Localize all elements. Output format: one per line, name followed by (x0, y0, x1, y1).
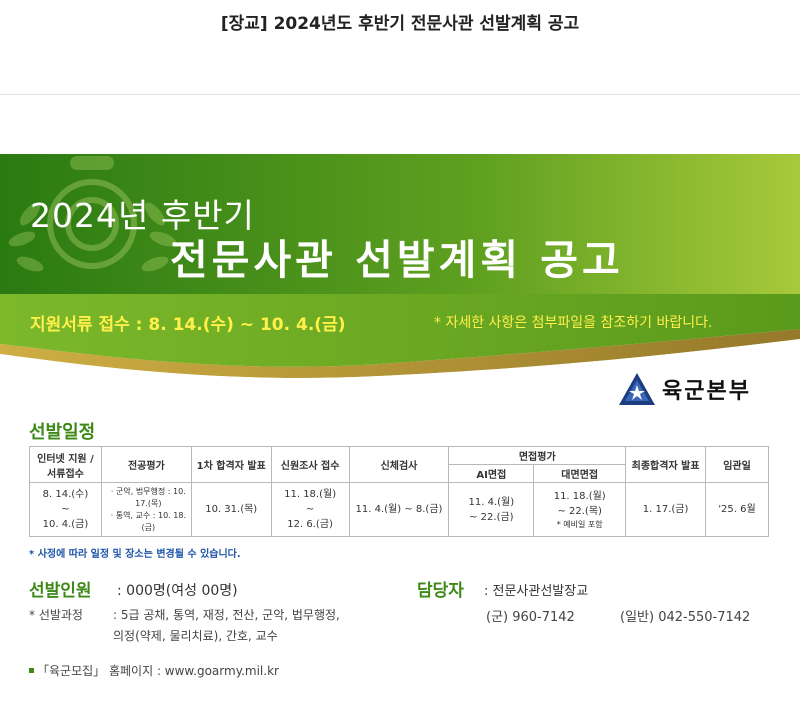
general-phone: (일반) 042-550-7142 (620, 610, 751, 625)
header-apply: 인터넷 지원 / 서류접수 (29, 446, 102, 483)
contact-person: : 전문사관선발장교 (484, 584, 589, 599)
logo-text: 육군본부 (662, 379, 751, 404)
army-hq-logo: 육군본부 (618, 372, 751, 406)
header-ai-interview: AI면접 (448, 464, 535, 483)
header-final-pass: 최종합격자 발표 (625, 446, 707, 483)
header-physical: 신체검사 (348, 446, 450, 483)
course-label: * 선발과정 (29, 608, 83, 622)
application-period: 지원서류 접수 : 8. 14.(수) ~ 10. 4.(금) (30, 315, 346, 335)
poster-banner: 2024년 후반기 전문사관 선발계획 공고 지원서류 접수 : 8. 14.(… (0, 154, 800, 404)
bullet-square-icon (29, 668, 34, 673)
homepage-info: 「육군모집」 홈페이지 : www.goarmy.mil.kr (29, 662, 279, 679)
page-header: [장교] 2024년도 후반기 전문사관 선발계획 공고 (0, 0, 800, 95)
cell-physical: 11. 4.(월) ~ 8.(금) (348, 482, 450, 537)
schedule-header-row: 인터넷 지원 / 서류접수 전공평가 1차 합격자 발표 신원조사 접수 신체검… (29, 446, 769, 483)
course-list-line1: : 5급 공채, 통역, 재정, 전산, 군악, 법무행정, (113, 608, 340, 622)
cell-major: · 군악, 법무행정 : 10. 17.(목) · 통역, 교수 : 10. 1… (100, 482, 192, 537)
cell-apply: 8. 14.(수) ~ 10. 4.(금) (29, 482, 102, 537)
homepage-text[interactable]: 「육군모집」 홈페이지 : www.goarmy.mil.kr (37, 662, 279, 679)
header-first-pass: 1차 합격자 발표 (190, 446, 272, 483)
page-title: [장교] 2024년도 후반기 전문사관 선발계획 공고 (220, 14, 580, 34)
attachment-note: * 자세한 사항은 첨부파일을 참조하기 바랍니다. (434, 315, 713, 331)
selection-count: : 000명(여성 00명) (117, 583, 238, 599)
cell-background: 11. 18.(월) ~ 12. 6.(금) (270, 482, 350, 537)
table-row: 8. 14.(수) ~ 10. 4.(금) · 군악, 법무행정 : 10. 1… (29, 482, 769, 537)
header-commission: 임관일 (705, 446, 769, 483)
header-face-interview: 대면면접 (533, 464, 627, 483)
course-list-line2: 의정(약제, 물리치료), 간호, 교수 (113, 629, 278, 643)
cell-ai-interview: 11. 4.(월) ~ 22.(금) (448, 482, 535, 537)
army-triangle-icon (619, 373, 655, 405)
header-interview: 면접평가 (448, 446, 627, 465)
schedule-footnote: * 사정에 따라 일정 및 장소는 변경될 수 있습니다. (29, 549, 241, 560)
selection-label: 선발인원 (29, 581, 92, 601)
header-major: 전공평가 (100, 446, 192, 483)
military-phone: (군) 960-7142 (486, 610, 575, 625)
header-background: 신원조사 접수 (270, 446, 350, 483)
cell-face-interview: 11. 18.(월) ~ 22.(목) * 예비일 포함 (533, 482, 627, 537)
schedule-table: 인터넷 지원 / 서류접수 전공평가 1차 합격자 발표 신원조사 접수 신체검… (29, 446, 769, 537)
contact-label: 담당자 (417, 581, 464, 601)
cell-commission: '25. 6월 (705, 482, 769, 537)
schedule-title: 선발일정 (29, 422, 96, 443)
cell-final-pass: 1. 17.(금) (625, 482, 707, 537)
cell-first-pass: 10. 31.(목) (190, 482, 272, 537)
banner-title: 전문사관 선발계획 공고 (170, 236, 624, 284)
